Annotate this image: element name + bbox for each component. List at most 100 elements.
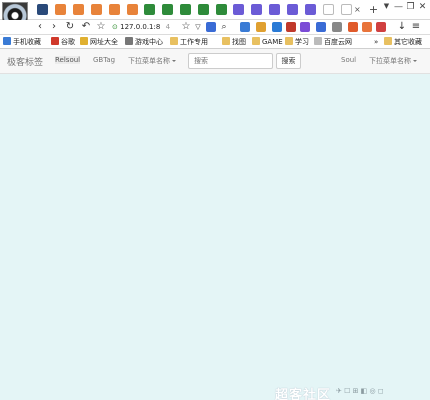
browser-tab[interactable] xyxy=(286,3,300,17)
forward-button[interactable]: › xyxy=(48,21,60,33)
reload-button[interactable]: ↻ xyxy=(64,21,76,33)
tab-favicon-icon xyxy=(37,4,48,15)
page-navbar: 极客标签 Relsoul GBTag 下拉菜单名称 搜索 Soul 下拉菜单名称 xyxy=(0,49,430,74)
browser-tab[interactable] xyxy=(108,3,122,17)
extension-icon[interactable] xyxy=(316,22,326,32)
browser-tab[interactable] xyxy=(126,3,140,17)
browser-tab[interactable] xyxy=(72,3,86,17)
browser-tab[interactable] xyxy=(179,3,193,17)
nav-dropdown[interactable]: 下拉菜单名称 xyxy=(128,56,176,66)
tab-favicon-icon xyxy=(269,4,280,15)
bookmark-item[interactable]: 游戏中心 xyxy=(125,37,163,47)
browser-tab[interactable] xyxy=(197,3,211,17)
tab-favicon-icon xyxy=(73,4,84,15)
extension-icon[interactable] xyxy=(376,22,386,32)
nav-dropdown-label: 下拉菜单名称 xyxy=(128,57,170,65)
browser-tab[interactable] xyxy=(340,3,354,17)
bookmark-item[interactable]: 工作专用 xyxy=(170,37,208,47)
tab-favicon-icon xyxy=(91,4,102,15)
extension-icon[interactable] xyxy=(286,22,296,32)
browser-toolbar: ‹ › ↻ ↶ ☆ ⊙ 127.0.0.1:8 4 ☆ ▽ ⌕ ↓ ≡ xyxy=(0,20,430,35)
browser-tab[interactable] xyxy=(90,3,104,17)
tab-favicon-icon xyxy=(305,4,316,15)
tab-favicon-icon xyxy=(198,4,209,15)
bookmark-item[interactable]: 手机收藏 xyxy=(3,37,41,47)
browser-tab[interactable] xyxy=(304,3,318,17)
url-extra: 4 xyxy=(165,23,171,31)
other-bookmarks[interactable]: 其它收藏 xyxy=(384,37,422,47)
bookmark-label: 谷歌 xyxy=(61,38,75,46)
bookmark-favicon-icon xyxy=(222,37,230,45)
tab-favicon-icon xyxy=(127,4,138,15)
extension-icon[interactable] xyxy=(348,22,358,32)
tab-close-icon[interactable]: × xyxy=(354,5,361,14)
browser-tab[interactable] xyxy=(232,3,246,17)
bookmarks-overflow-icon[interactable]: » xyxy=(374,37,378,47)
browser-tab[interactable] xyxy=(250,3,264,17)
browser-tab[interactable] xyxy=(143,3,157,17)
download-icon[interactable]: ↓ xyxy=(396,21,408,33)
browser-tab[interactable] xyxy=(36,3,50,17)
bookmark-favicon-icon xyxy=(51,37,59,45)
nav-link-gbtag[interactable]: GBTag xyxy=(93,56,115,64)
bookmark-favicon-icon xyxy=(285,37,293,45)
close-window-button[interactable]: ✕ xyxy=(417,2,428,12)
extension-icon[interactable] xyxy=(272,22,282,32)
extension-icon[interactable] xyxy=(256,22,266,32)
pin-icon[interactable]: ▼ xyxy=(381,2,392,10)
caret-down-icon xyxy=(413,60,417,62)
undo-button[interactable]: ↶ xyxy=(80,21,92,33)
menu-icon[interactable]: ≡ xyxy=(410,21,422,33)
star-icon[interactable]: ☆ xyxy=(180,21,192,33)
tab-favicon-icon xyxy=(287,4,298,15)
bookmark-label: 网址大全 xyxy=(90,38,118,46)
shield-icon: ⊙ xyxy=(112,23,118,31)
bookmark-item[interactable]: 百度云网 xyxy=(314,37,352,47)
extension-icon[interactable] xyxy=(332,22,342,32)
bookmark-favicon-icon xyxy=(252,37,260,45)
tab-favicon-icon xyxy=(180,4,191,15)
bookmark-item[interactable]: 学习 xyxy=(285,37,309,47)
extension-icon[interactable] xyxy=(300,22,310,32)
extension-icon[interactable] xyxy=(362,22,372,32)
bookmark-item[interactable]: 找图 xyxy=(222,37,246,47)
bookmark-favicon-icon xyxy=(3,37,11,45)
browser-tab[interactable] xyxy=(322,3,336,17)
nav-link-relsoul[interactable]: Relsoul xyxy=(55,56,81,64)
bookmark-label: 百度云网 xyxy=(324,38,352,46)
nav-link-soul[interactable]: Soul xyxy=(341,56,356,64)
bookmark-label: GAME xyxy=(262,38,283,46)
extension-icon[interactable] xyxy=(206,22,216,32)
bookmark-label: 学习 xyxy=(295,38,309,46)
dropdown-icon[interactable]: ▽ xyxy=(192,21,204,33)
bookmark-label: 工作专用 xyxy=(180,38,208,46)
browser-tab[interactable] xyxy=(54,3,68,17)
search-icon[interactable]: ⌕ xyxy=(218,21,230,33)
bookmark-item[interactable]: GAME xyxy=(252,37,283,47)
search-input[interactable] xyxy=(188,53,273,69)
bookmark-item[interactable]: 网址大全 xyxy=(80,37,118,47)
back-button[interactable]: ‹ xyxy=(34,21,46,33)
browser-tab[interactable] xyxy=(161,3,175,17)
maximize-button[interactable]: ❐ xyxy=(405,2,416,12)
tab-favicon-icon xyxy=(233,4,244,15)
bookmark-item[interactable]: 谷歌 xyxy=(51,37,75,47)
extension-icon[interactable] xyxy=(240,22,250,32)
search-button[interactable]: 搜索 xyxy=(276,53,301,69)
minimize-button[interactable]: — xyxy=(393,2,404,12)
browser-tab[interactable] xyxy=(215,3,229,17)
bookmark-star-icon[interactable]: ☆ xyxy=(95,21,107,33)
tab-favicon-icon xyxy=(216,4,227,15)
bookmark-label: 手机收藏 xyxy=(13,38,41,46)
brand-title[interactable]: 极客标签 xyxy=(7,55,43,68)
new-tab-button[interactable]: + xyxy=(368,3,379,16)
bookmark-label: 游戏中心 xyxy=(135,38,163,46)
watermark-logo: 超客社区 xyxy=(275,388,332,400)
address-bar[interactable]: ⊙ 127.0.0.1:8 4 xyxy=(112,21,180,33)
other-bookmarks-label: 其它收藏 xyxy=(394,38,422,46)
tab-favicon-icon xyxy=(109,4,120,15)
nav-right-dropdown[interactable]: 下拉菜单名称 xyxy=(369,56,417,66)
browser-tab[interactable] xyxy=(268,3,282,17)
bookmark-favicon-icon xyxy=(80,37,88,45)
tab-favicon-icon xyxy=(323,4,334,15)
